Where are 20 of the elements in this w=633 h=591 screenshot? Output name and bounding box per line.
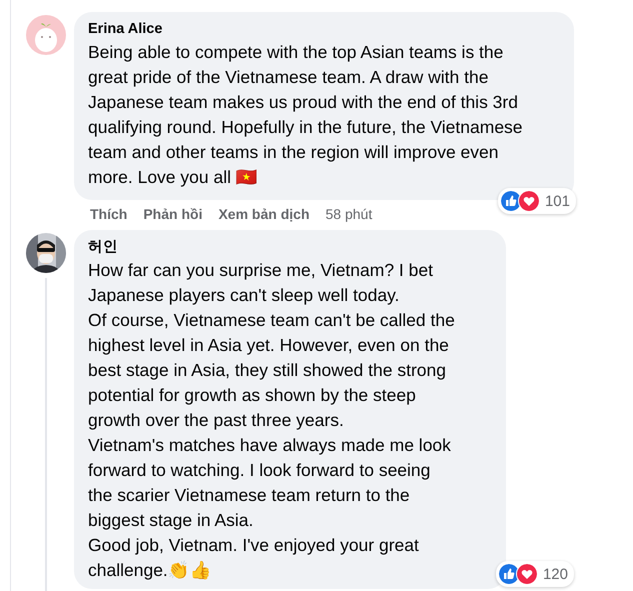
comment-text: Vietnam's matches have always made me look forward to watching. I look forward to seeing the scarier Vietnamese team return to the biggest stage in Asia. <box>88 435 451 530</box>
author-name[interactable]: Erina Alice <box>88 20 538 39</box>
reaction-count: 120 <box>542 566 568 582</box>
reaction-summary[interactable]: 120 <box>496 561 574 587</box>
like-icon <box>500 190 522 212</box>
comment-text: Good job, Vietnam. I've enjoyed your great challenge.👏👍 <box>88 535 419 580</box>
author-name[interactable]: 허인 <box>88 238 456 257</box>
comment-text: Being able to compete with the top Asian teams is the great pride of the Vietnamese team. A draw with the Japanese team makes us proud with the end of this 3rd qualifying round. Hopefully in the future, the Vietnamese team and other teams in the region will improve even more. Love you all 🇻🇳 <box>88 42 523 187</box>
heart-icon <box>516 563 538 585</box>
comment-text: Of course, Vietnamese team can't be called the highest level in Asia yet. However, even on the best stage in Asia, they still showed the strong potential for growth as shown by the steep growth over the past three years. <box>88 310 455 430</box>
timestamp[interactable]: 58 phút <box>326 204 372 224</box>
comment-text: How far can you surprise me, Vietnam? I bet Japanese players can't sleep well today. <box>88 260 433 305</box>
heart-icon <box>518 190 540 212</box>
reaction-count: 101 <box>544 192 570 210</box>
action-link[interactable]: Thích <box>90 204 128 224</box>
reaction-summary[interactable]: 101 <box>498 188 576 214</box>
like-icon <box>498 563 520 585</box>
action-link[interactable]: Xem bản dịch <box>218 204 310 224</box>
avatar-icon <box>26 15 66 55</box>
action-link[interactable]: Phản hồi <box>143 204 202 224</box>
